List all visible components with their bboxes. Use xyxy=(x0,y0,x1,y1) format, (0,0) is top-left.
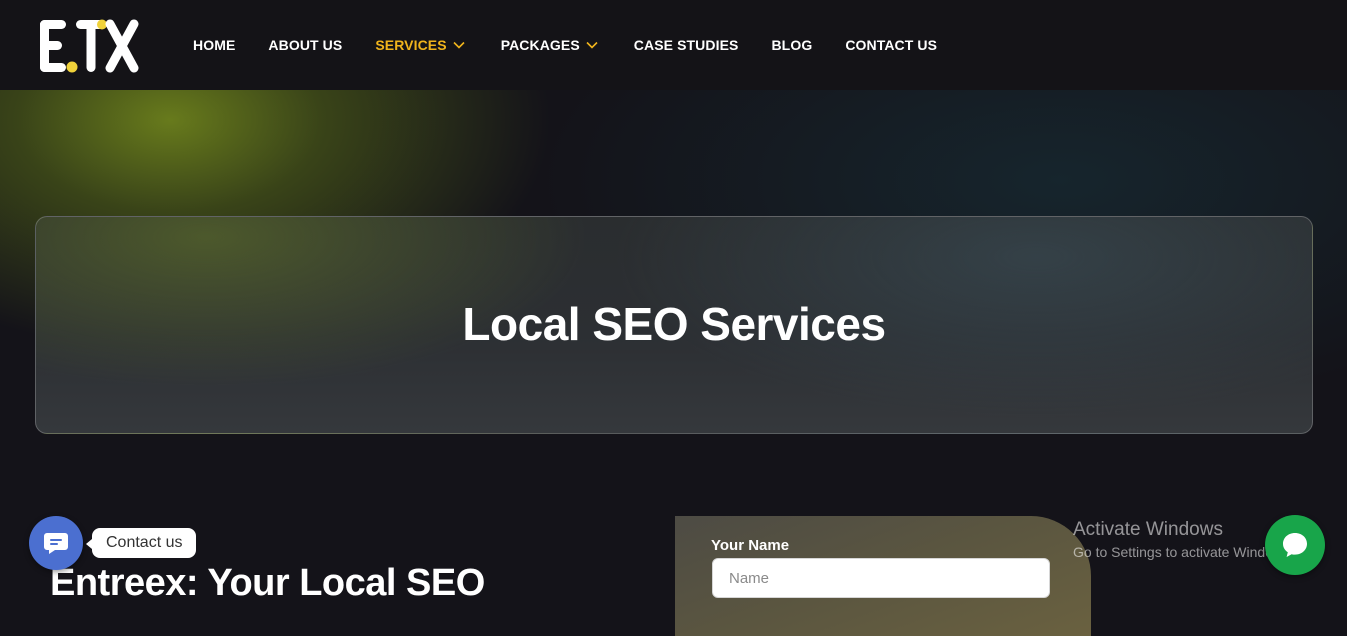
nav-blog[interactable]: BLOG xyxy=(771,37,812,53)
nav-blog-label: BLOG xyxy=(771,37,813,53)
nav-services-label: SERVICES xyxy=(375,37,447,53)
activate-windows-watermark: Activate Windows Go to Settings to activ… xyxy=(1073,519,1294,560)
chat-button[interactable] xyxy=(1265,515,1325,575)
page-title-banner: Local SEO Services xyxy=(35,216,1313,434)
intro-heading: Entreex: Your Local SEO xyxy=(50,562,485,604)
contact-form-card: Your Name xyxy=(675,516,1091,636)
nav-about-us-label: ABOUT US xyxy=(268,37,343,53)
nav-case-studies-label: CASE STUDIES xyxy=(633,37,739,53)
name-field[interactable] xyxy=(712,558,1050,598)
name-field-label: Your Name xyxy=(711,537,790,554)
activate-windows-subtitle: Go to Settings to activate Windows. xyxy=(1073,544,1294,560)
chevron-down-icon xyxy=(586,41,598,49)
etx-logo[interactable] xyxy=(38,16,140,76)
nav-case-studies[interactable]: CASE STUDIES xyxy=(634,37,739,53)
nav-packages[interactable]: PACKAGES xyxy=(501,37,598,53)
contact-us-tooltip-label: Contact us xyxy=(106,534,183,551)
chevron-down-icon xyxy=(453,41,465,49)
nav-about-us[interactable]: ABOUT US xyxy=(268,37,342,53)
contact-us-button[interactable] xyxy=(29,516,83,570)
message-icon xyxy=(1283,533,1307,557)
site-header: HOME ABOUT US SERVICES PACKAGES CASE STU… xyxy=(0,0,1347,90)
contact-us-tooltip[interactable]: Contact us xyxy=(85,528,197,558)
page-title: Local SEO Services xyxy=(462,298,886,350)
nav-services[interactable]: SERVICES xyxy=(375,37,465,53)
nav-home-label: HOME xyxy=(193,37,236,53)
activate-windows-title: Activate Windows xyxy=(1073,519,1223,540)
nav-contact-us-label: CONTACT US xyxy=(845,37,938,53)
chat-bubble-icon xyxy=(44,533,68,554)
nav-packages-label: PACKAGES xyxy=(500,37,580,53)
nav-home[interactable]: HOME xyxy=(193,37,235,53)
nav-contact-us[interactable]: CONTACT US xyxy=(845,37,937,53)
main-nav: HOME ABOUT US SERVICES PACKAGES CASE STU… xyxy=(193,35,937,55)
